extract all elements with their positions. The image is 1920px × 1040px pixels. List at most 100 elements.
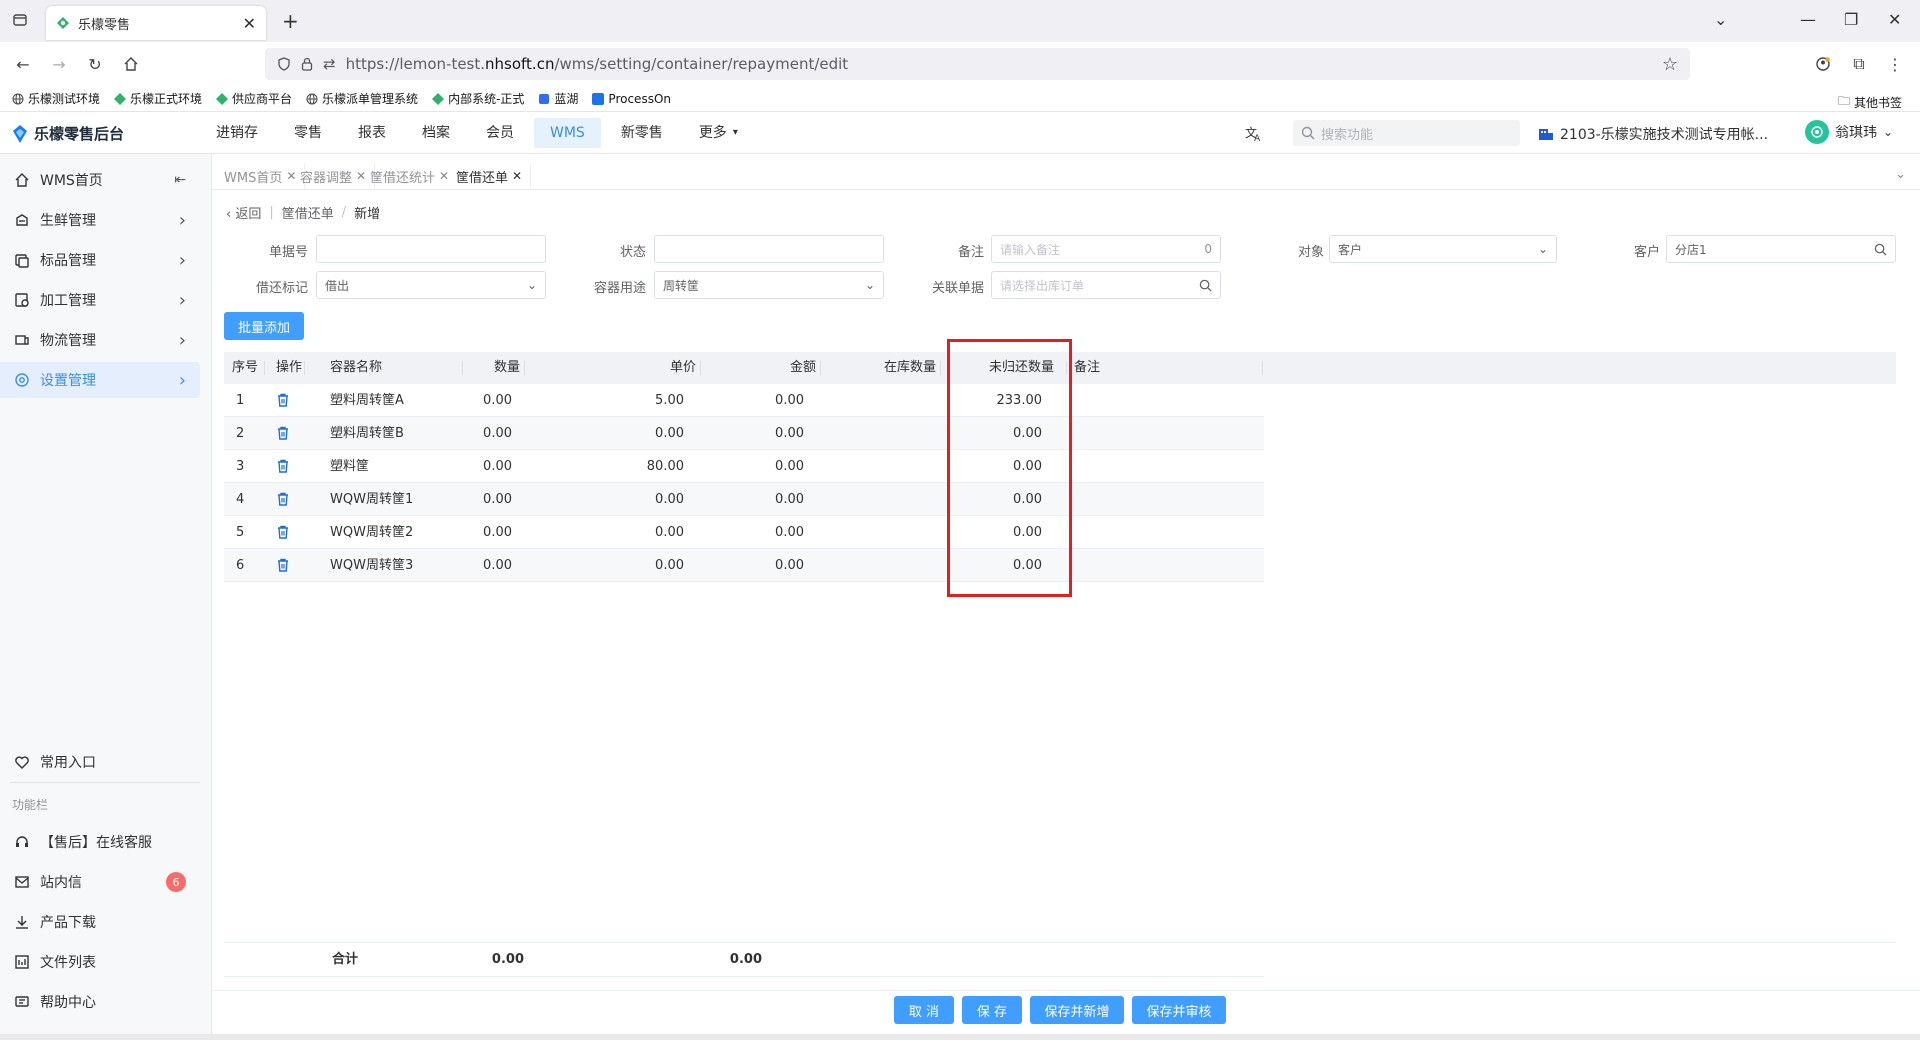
column-divider: [304, 361, 305, 375]
bookmark-item[interactable]: 乐檬正式环境: [114, 90, 202, 107]
close-window-icon[interactable]: ✕: [1888, 10, 1901, 29]
batch-add-button[interactable]: 批量添加: [224, 312, 304, 340]
sidebar-tool[interactable]: 【售后】在线客服: [0, 824, 200, 860]
new-tab-icon[interactable]: +: [282, 9, 299, 33]
delete-icon[interactable]: [276, 426, 290, 440]
page-tab[interactable]: 筐借还单 ✕: [448, 163, 532, 189]
page-tab[interactable]: 筐借还统计 ✕: [362, 163, 459, 189]
sidebar-item[interactable]: 加工管理 ›: [0, 282, 200, 318]
sidebar-item[interactable]: 生鲜管理 ›: [0, 202, 200, 238]
user-menu[interactable]: 翁琪玮 ⌄: [1805, 120, 1893, 144]
sidebar-item[interactable]: 标品管理 ›: [0, 242, 200, 278]
minimize-icon[interactable]: —: [1800, 10, 1816, 29]
tab-overview-icon[interactable]: [12, 12, 28, 28]
top-menu-item[interactable]: 会员: [470, 118, 530, 148]
related-doc-input[interactable]: 请选择出库订单: [991, 271, 1221, 299]
translate-icon[interactable]: 文A: [1245, 124, 1263, 142]
cell-amount: 0.00: [775, 426, 804, 441]
save-and-new-button[interactable]: 保存并新增: [1030, 996, 1124, 1024]
home-browser-icon[interactable]: [116, 49, 146, 79]
close-icon[interactable]: ✕: [512, 169, 522, 183]
cancel-button[interactable]: 取 消: [894, 996, 954, 1024]
delete-icon[interactable]: [276, 492, 290, 506]
table-row[interactable]: 5 WQW周转筐2 0.00 0.00 0.00 0.00: [224, 516, 1264, 549]
column-header: 在库数量: [883, 360, 936, 375]
other-bookmarks[interactable]: 🗀 其他书签: [1838, 92, 1902, 113]
org-switcher[interactable]: 2103-乐檬实施技术测试专用帐...: [1538, 124, 1768, 144]
target-label: 对象: [1297, 245, 1324, 260]
shield-icon[interactable]: [277, 57, 291, 71]
top-menu-item[interactable]: WMS: [534, 118, 601, 148]
top-menu-item[interactable]: 新零售: [605, 118, 679, 148]
browser-tab[interactable]: 乐檬零售 ✕: [46, 6, 266, 40]
forward-icon[interactable]: →: [44, 49, 74, 79]
save-button[interactable]: 保 存: [962, 996, 1022, 1024]
delete-icon[interactable]: [276, 393, 290, 407]
bookmark-star-icon[interactable]: ☆: [1662, 54, 1678, 75]
bookmark-item[interactable]: 乐檬派单管理系统: [306, 90, 418, 107]
top-menu-item[interactable]: 进销存: [200, 118, 274, 148]
favorites-entry[interactable]: 常用入口: [0, 744, 200, 780]
container-use-select[interactable]: 周转筐 ⌄: [654, 271, 884, 299]
lock-icon[interactable]: [301, 57, 313, 71]
table-row[interactable]: 1 塑料周转筐A 0.00 5.00 0.00 233.00: [224, 384, 1264, 417]
table-row[interactable]: 2 塑料周转筐B 0.00 0.00 0.00 0.00: [224, 417, 1264, 450]
top-menu: 进销存 零售 报表 档案 会员 WMS 新零售 更多 ▾: [200, 118, 738, 148]
table-row[interactable]: 6 WQW周转筐3 0.00 0.00 0.00 0.00: [224, 549, 1264, 582]
user-name: 翁琪玮: [1835, 125, 1877, 141]
target-select[interactable]: 客户 ⌄: [1329, 235, 1557, 263]
extensions-icon[interactable]: ⧉: [1844, 49, 1874, 79]
chevron-right-icon: ›: [178, 369, 186, 391]
delete-icon[interactable]: [276, 558, 290, 572]
bookmark-item[interactable]: 供应商平台: [216, 90, 292, 107]
search-icon: [1301, 126, 1315, 140]
reload-icon[interactable]: ↻: [80, 49, 110, 79]
top-menu-item[interactable]: 报表: [342, 118, 402, 148]
sidebar-item-label: 物流管理: [40, 333, 96, 349]
sidebar-item[interactable]: 设置管理 ›: [0, 362, 200, 398]
table-row[interactable]: 4 WQW周转筐1 0.00 0.00 0.00 0.00: [224, 483, 1264, 516]
page-info-icon[interactable]: ⇄: [323, 55, 336, 73]
sidebar-item[interactable]: 物流管理 ›: [0, 322, 200, 358]
customer-input[interactable]: 分店1: [1666, 235, 1896, 263]
tab-list-icon[interactable]: ⌄: [1714, 10, 1727, 29]
bookmark-item[interactable]: ProcessOn: [592, 92, 671, 106]
close-tab-icon[interactable]: ✕: [243, 14, 256, 33]
column-divider: [700, 361, 701, 375]
bookmark-item[interactable]: 乐檬测试环境: [12, 90, 100, 107]
breadcrumb-parent[interactable]: 筐借还单: [282, 203, 334, 222]
chevron-down-icon[interactable]: ⌄: [1895, 167, 1906, 182]
profile-icon[interactable]: [1808, 49, 1838, 79]
restore-icon[interactable]: ❐: [1844, 10, 1858, 29]
url-bar[interactable]: ⇄ https://lemon-test.nhsoft.cn/wms/setti…: [265, 48, 1690, 80]
order-no-field[interactable]: [316, 235, 546, 263]
top-menu-item[interactable]: 零售: [278, 118, 338, 148]
function-search[interactable]: 搜索功能: [1293, 120, 1520, 146]
unread-badge: 6: [166, 872, 186, 892]
back-icon[interactable]: ←: [8, 49, 38, 79]
sidebar-tool[interactable]: 帮助中心: [0, 984, 200, 1020]
delete-icon[interactable]: [276, 459, 290, 473]
status-field[interactable]: [654, 235, 884, 263]
remark-input[interactable]: 请输入备注 0: [991, 235, 1221, 263]
bookmark-item[interactable]: 内部系统-正式: [432, 90, 524, 107]
delete-icon[interactable]: [276, 525, 290, 539]
save-and-audit-button[interactable]: 保存并审核: [1132, 996, 1226, 1024]
back-link[interactable]: ‹ 返回: [226, 203, 261, 222]
borrow-flag-label: 借还标记: [255, 281, 308, 296]
sidebar-item[interactable]: WMS首页 ⇤: [0, 162, 200, 198]
sidebar-section-title: 功能栏: [12, 798, 49, 812]
tab-favicon-icon: [56, 16, 70, 30]
sidebar-tool[interactable]: 文件列表: [0, 944, 200, 980]
collapse-sidebar-icon[interactable]: ⇤: [174, 172, 186, 188]
table-row[interactable]: 3 塑料筐 0.00 80.00 0.00 0.00: [224, 450, 1264, 483]
menu-icon[interactable]: ⋮: [1880, 49, 1910, 79]
sidebar-tool[interactable]: 产品下载: [0, 904, 200, 940]
bookmark-item[interactable]: 蓝湖: [538, 90, 578, 107]
top-menu-item[interactable]: 档案: [406, 118, 466, 148]
cell-amount: 0.00: [775, 558, 804, 573]
borrow-flag-select[interactable]: 借出 ⌄: [316, 271, 546, 299]
lanhu-icon: [539, 93, 550, 104]
cell-qty: 0.00: [483, 426, 512, 441]
app-logo[interactable]: 乐檬零售后台: [12, 123, 124, 144]
